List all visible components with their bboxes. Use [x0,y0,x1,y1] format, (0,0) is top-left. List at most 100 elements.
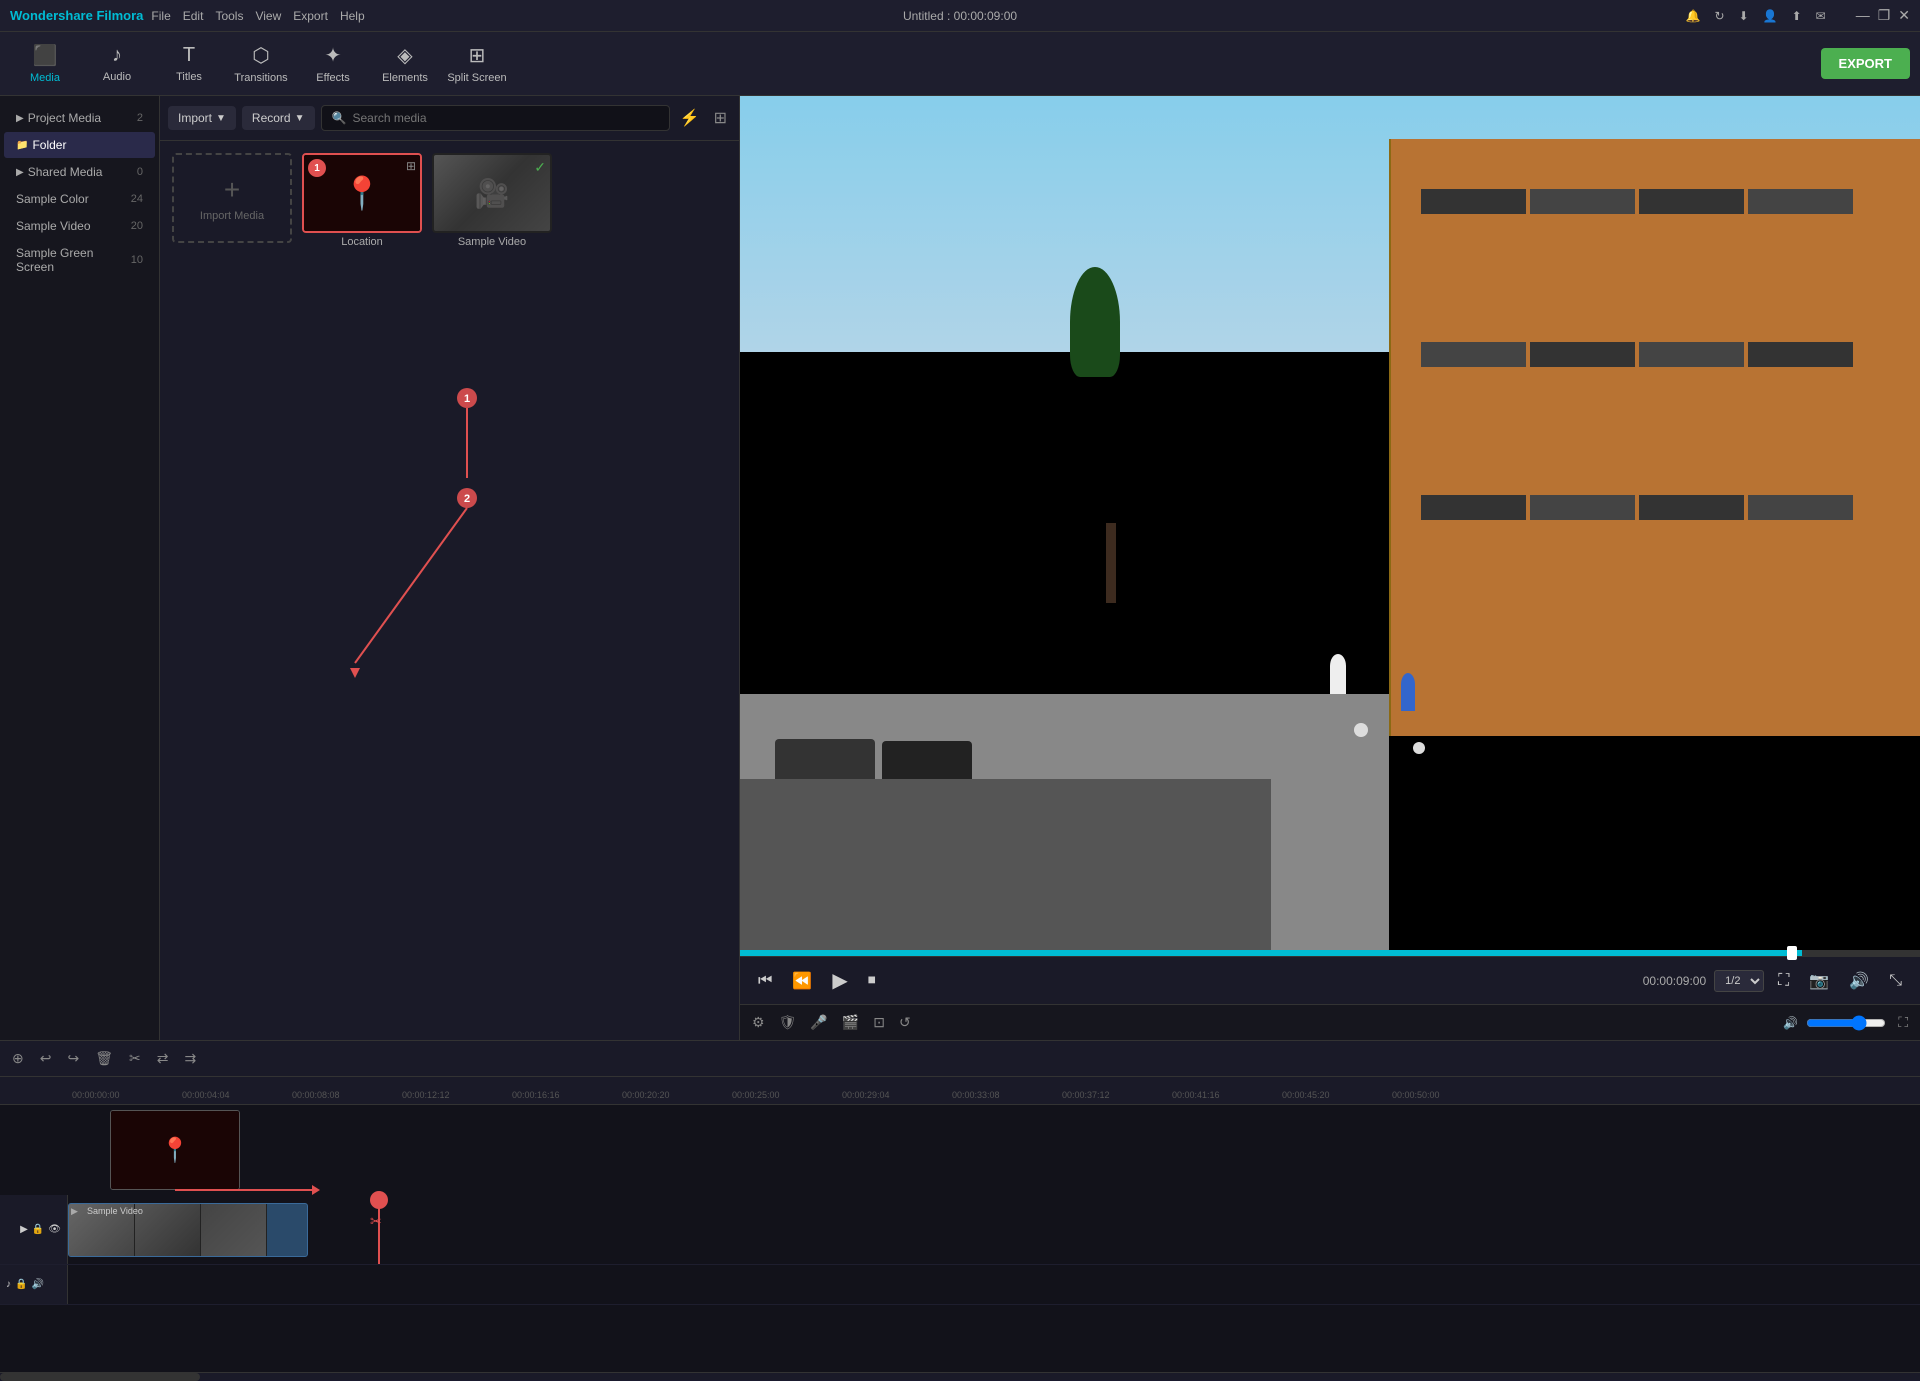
play-button[interactable]: ▶ [826,964,853,997]
media-toolbar: Import ▼ Record ▼ 🔍 ⚡ ⊞ [160,96,739,141]
add-icon: + [224,174,240,206]
prev-frame-button[interactable]: ⏮ [752,968,778,994]
menu-view[interactable]: View [255,9,281,23]
audio-lock-icon[interactable]: 🔒 [15,1279,27,1290]
sync-icon[interactable]: ↻ [1715,9,1725,23]
search-input[interactable] [352,111,658,125]
track-label-audio: ♪ 🔒 🔊 [0,1265,68,1304]
left-item-shared-media[interactable]: ▶ Shared Media 0 [4,159,155,185]
track-eye-icon[interactable]: 👁 [48,1224,61,1235]
left-item-sample-green-screen[interactable]: Sample Green Screen 10 [4,240,155,280]
location-label: Location [302,233,422,251]
left-item-folder[interactable]: 📁 Folder [4,132,155,158]
email-icon[interactable]: ✉ [1816,9,1826,23]
tool-media-label: Media [30,72,60,84]
audio-settings-button[interactable]: 🔊 [1843,967,1875,995]
timeline-scrollbar[interactable] [0,1372,1920,1380]
download-icon[interactable]: ⬇ [1739,9,1749,23]
stop-button[interactable]: ⏹ [862,968,882,994]
left-item-shared-media-label: Shared Media [28,165,103,179]
left-item-project-media-count: 2 [137,112,143,124]
tool-elements[interactable]: ◈ Elements [370,36,440,92]
media-panel: Import ▼ Record ▼ 🔍 ⚡ ⊞ + Import Media [160,96,740,1040]
share-icon[interactable]: ⬆ [1792,9,1802,23]
menu-bar[interactable]: File Edit Tools View Export Help [151,9,364,23]
tool-audio[interactable]: ♪ Audio [82,36,152,92]
import-media-placeholder[interactable]: + Import Media [172,153,292,243]
film-btn[interactable]: 🎬 [838,1010,863,1035]
preview-panel: ⏮ ⏪ ▶ ⏹ 00:00:09:00 1/2 1/1 1/4 ⛶ 📷 🔊 ⤡ … [740,96,1920,1040]
media-item-location[interactable]: 1 📍 ⊞ Location [302,153,422,251]
left-item-sample-color[interactable]: Sample Color 24 [4,186,155,212]
loop-btn[interactable]: ↺ [895,1010,915,1035]
import-button[interactable]: Import ▼ [168,106,236,130]
user-icon[interactable]: 👤 [1763,9,1778,23]
restore-button[interactable]: ❐ [1878,7,1891,24]
playhead[interactable]: ✂ [378,1195,380,1264]
timeline-ruler: 00:00:00:00 00:00:04:04 00:00:08:08 00:0… [0,1077,1920,1105]
delete-button[interactable]: 🗑 [91,1046,117,1071]
audio-volume-icon[interactable]: 🔊 [31,1279,43,1290]
rotate-right-button[interactable]: ↪ [63,1046,83,1071]
fullscreen-btn2[interactable]: ⛶ [1894,1010,1912,1035]
cut-button[interactable]: ✂ [125,1046,145,1071]
left-item-project-media[interactable]: ▶ Project Media 2 [4,105,155,131]
import-arrow-icon: ▼ [216,113,226,124]
track-area-video: ▶ Sample Video [68,1195,1920,1264]
timeline-clip-sample-video[interactable]: ▶ Sample Video [68,1203,308,1257]
settings-icon-btn[interactable]: ⚙ [748,1010,769,1035]
tool-split-screen[interactable]: ⊞ Split Screen [442,36,512,92]
export-button[interactable]: EXPORT [1821,48,1910,79]
minimize-button[interactable]: — [1856,7,1870,24]
left-item-sample-video[interactable]: Sample Video 20 [4,213,155,239]
ratio-select[interactable]: 1/2 1/1 1/4 [1714,970,1764,992]
search-icon: 🔍 [332,111,347,125]
window-controls[interactable]: — ❐ ✕ [1856,7,1910,24]
track-area-audio [68,1265,1920,1304]
back-button[interactable]: ⏪ [786,967,818,995]
grid-view-button[interactable]: ⊞ [710,104,731,132]
left-item-shared-media-count: 0 [137,166,143,178]
menu-file[interactable]: File [151,9,170,23]
tool-effects[interactable]: ✦ Effects [298,36,368,92]
crop-btn[interactable]: ⊡ [869,1010,889,1035]
expand-button[interactable]: ⤡ [1883,968,1908,994]
playback-time: 00:00:09:00 [1643,974,1706,988]
ruler-ts-3: 00:00:12:12 [400,1090,510,1100]
scrollbar-thumb[interactable] [0,1373,200,1381]
ruler-ts-0: 00:00:00:00 [70,1090,180,1100]
add-track-button[interactable]: ⊕ [8,1046,28,1071]
transitions-icon: ⬡ [252,43,269,68]
progress-bar[interactable] [740,950,1920,956]
clip-frame-2 [135,1204,201,1256]
playhead-head [370,1191,388,1209]
playback-controls: ⏮ ⏪ ▶ ⏹ 00:00:09:00 1/2 1/1 1/4 ⛶ 📷 🔊 ⤡ [740,956,1920,1004]
menu-help[interactable]: Help [340,9,365,23]
volume-slider[interactable] [1806,1015,1886,1031]
record-button[interactable]: Record ▼ [242,106,315,130]
fullscreen-button[interactable]: ⛶ [1772,968,1795,994]
rotate-left-button[interactable]: ↩ [36,1046,56,1071]
menu-export[interactable]: Export [293,9,328,23]
menu-tools[interactable]: Tools [215,9,243,23]
record-label: Record [252,111,291,125]
tool-media[interactable]: ⬛ Media [10,36,80,92]
tool-titles[interactable]: T Titles [154,36,224,92]
crop-tl-button[interactable]: ⇄ [153,1046,173,1071]
notification-icon[interactable]: 🔔 [1686,9,1701,23]
left-item-sample-color-count: 24 [131,193,143,205]
shield-btn[interactable]: 🛡 [775,1010,801,1035]
mic-btn[interactable]: 🎤 [806,1010,831,1035]
speed-button[interactable]: ⇉ [180,1046,200,1071]
menu-edit[interactable]: Edit [183,9,204,23]
screenshot-button[interactable]: 📷 [1803,967,1835,995]
filter-button[interactable]: ⚡ [676,104,704,132]
clip-icon: ▶ [71,1206,78,1217]
track-lock-icon[interactable]: 🔒 [32,1224,44,1235]
left-item-sample-video-count: 20 [131,220,143,232]
tool-transitions[interactable]: ⬡ Transitions [226,36,296,92]
media-item-sample-video[interactable]: 🎥 ✓ Sample Video [432,153,552,251]
close-button[interactable]: ✕ [1898,7,1910,24]
progress-handle[interactable] [1787,946,1797,960]
audio-note-icon: ♪ [6,1279,11,1290]
